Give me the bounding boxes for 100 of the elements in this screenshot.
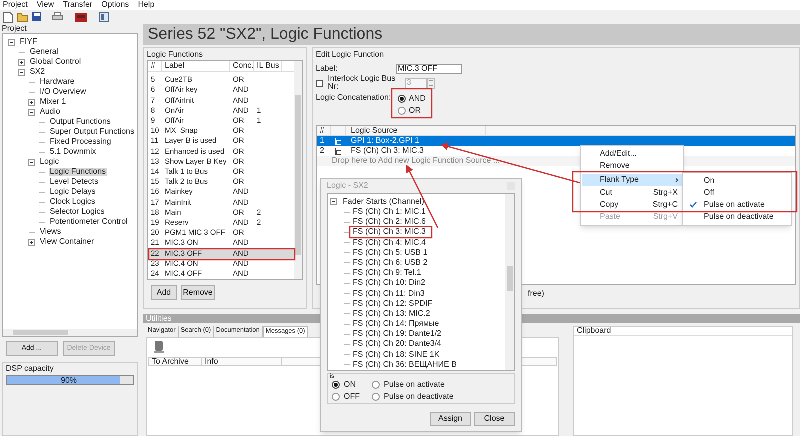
menu-item[interactable]: Copy Strg+C [582, 199, 682, 211]
tree-item[interactable]: FS (Ch) Ch 4: MIC.4 [353, 238, 426, 247]
tree-item[interactable]: Fixed Processing [49, 138, 112, 146]
radio-button[interactable] [332, 381, 340, 389]
archive-icon[interactable] [154, 341, 164, 353]
button[interactable]: Close [474, 412, 515, 426]
tree-item[interactable]: FS (Ch) Ch 2: MIC.6 [353, 218, 426, 226]
radio-button[interactable] [372, 381, 380, 389]
window-icon[interactable] [99, 12, 109, 22]
tree-item[interactable]: FS (Ch) Ch 3: MIC.3 [353, 228, 426, 236]
printer-icon[interactable] [52, 12, 63, 22]
column-header[interactable]: Logic Source [346, 126, 486, 135]
tree-item[interactable]: FS (Ch) Ch 5: USB 1 [353, 248, 428, 257]
radio-button[interactable] [372, 393, 380, 401]
tree-item[interactable]: Super Output Functions [49, 128, 136, 136]
tree-item[interactable]: FS (Ch) Ch 19: Dante1/2 [353, 330, 442, 338]
column-header[interactable]: Info [202, 358, 282, 365]
tree-item[interactable]: FS (Ch) Ch 10: Din2 [353, 279, 426, 288]
tree-item[interactable]: Logic [39, 158, 60, 166]
radio-label: OFF [344, 393, 360, 401]
tree-item[interactable]: Clock Logics [49, 198, 96, 206]
device-icon[interactable] [75, 12, 87, 22]
tree-item[interactable]: 5.1 Downmix [49, 148, 98, 156]
field-label: Label: [316, 65, 336, 73]
tree-item[interactable]: FS (Ch) Ch 6: USB 2 [353, 258, 428, 267]
collapse-icon[interactable] [28, 108, 35, 116]
tree-item[interactable]: FS (Ch) Ch 36: ВЕЩАНИЕ B [353, 360, 457, 369]
menu-item[interactable]: Options [102, 1, 130, 9]
tree-item[interactable]: FS (Ch) Ch 18: SINE 1K [353, 350, 440, 359]
menu-item[interactable]: Flank Type [582, 174, 682, 186]
menu-item[interactable]: Cut Strg+X [582, 187, 682, 199]
table-row[interactable]: 1 GPI 1: Box-2.GPI 1 [317, 136, 795, 146]
tree-item[interactable]: FS (Ch) Ch 20: Dante3/4 [353, 340, 442, 348]
tree-item[interactable]: Logic Functions [49, 168, 108, 176]
dialog-title: Logic - SX2 [327, 182, 368, 190]
column-header[interactable]: To Archive [149, 358, 202, 365]
tree-item[interactable]: View Container [39, 238, 96, 246]
button[interactable]: Add [151, 285, 177, 300]
tree-item[interactable]: FS (Ch) Ch 12: SPDIF [353, 300, 433, 308]
column-header[interactable]: # [317, 126, 331, 135]
table-row[interactable]: 2 FS (Ch) Ch 3: MIC.3 [317, 146, 579, 156]
save-icon[interactable] [32, 12, 42, 22]
tree-item[interactable]: FS (Ch) Ch 11: Din3 [353, 290, 425, 298]
column-header[interactable]: # [148, 61, 162, 71]
table-cell-text: FS (Ch) Ch 3: MIC.3 [350, 147, 424, 155]
collapse-icon[interactable] [28, 158, 35, 166]
tree-item[interactable]: Audio [39, 108, 62, 116]
expand-icon[interactable] [28, 98, 35, 106]
menu-item[interactable]: On [684, 175, 790, 187]
tree-item[interactable]: Global Control [29, 58, 82, 66]
tree-item[interactable]: Mixer 1 [39, 98, 68, 106]
menu-item[interactable]: View [36, 1, 54, 9]
menu-item[interactable]: Off [684, 187, 790, 199]
button[interactable]: Assign [430, 412, 471, 426]
table-cell-text: 1 [319, 137, 326, 145]
label-field[interactable]: MIC.3 OFF [396, 64, 462, 74]
tree-item[interactable]: Fader Starts (Channel) [343, 198, 424, 206]
menu-item[interactable]: Pulse on deactivate [684, 211, 790, 223]
new-file-icon[interactable] [3, 12, 13, 22]
column-header[interactable]: IL Bus [254, 61, 282, 71]
vertical-scrollbar[interactable] [294, 61, 302, 279]
button[interactable]: Remove [181, 285, 215, 300]
menu-item[interactable]: Pulse on activate [684, 199, 790, 211]
radio-label: OR [409, 107, 421, 115]
tree-item[interactable]: FS (Ch) Ch 14: Прямые [353, 320, 440, 328]
tree-item[interactable]: SX2 [29, 68, 46, 76]
tree-item[interactable]: General [29, 48, 60, 56]
menu-item[interactable]: Help [138, 1, 155, 9]
collapse-icon[interactable] [18, 68, 25, 76]
checkbox[interactable] [316, 80, 323, 86]
tree-item[interactable]: Output Functions [49, 118, 112, 126]
collapse-icon[interactable] [330, 198, 337, 206]
group-title: Edit Logic Function [316, 51, 386, 60]
tree-item[interactable]: FS (Ch) Ch 9: Tel.1 [353, 269, 422, 278]
tree-item[interactable]: Selector Logics [49, 208, 106, 216]
expand-icon[interactable] [28, 238, 35, 246]
horizontal-scrollbar[interactable] [3, 329, 137, 336]
table-cell-text: GPI 1: Box-2.GPI 1 [350, 137, 420, 145]
menu-item[interactable]: Project [3, 1, 28, 9]
tree-item[interactable]: Potentiometer Control [49, 218, 129, 226]
tree-item[interactable]: FIYF [19, 38, 38, 46]
tree-item[interactable]: Logic Delays [49, 188, 97, 196]
vertical-scrollbar[interactable] [505, 194, 514, 370]
tree-item[interactable]: FS (Ch) Ch 1: MIC.1 [353, 208, 426, 216]
column-header[interactable]: Conc. [230, 61, 254, 71]
collapse-icon[interactable] [8, 38, 15, 46]
tree-item[interactable]: I/O Overview [39, 88, 88, 96]
menu-item[interactable]: Transfer [63, 1, 93, 9]
folder-icon[interactable] [17, 12, 28, 22]
tree-item[interactable]: Hardware [39, 78, 76, 86]
expand-icon[interactable] [18, 58, 25, 66]
tree-item[interactable]: Views [39, 228, 62, 236]
radio-button[interactable] [398, 107, 406, 115]
page-header: Series 52 "SX2", Logic Functions [143, 24, 800, 45]
column-header[interactable]: Label [162, 61, 230, 71]
panel-title: Project [2, 24, 28, 33]
radio-button[interactable] [398, 95, 406, 103]
radio-label: ON [344, 381, 356, 389]
tree-item[interactable]: Level Detects [49, 178, 100, 186]
radio-button[interactable] [332, 393, 340, 401]
